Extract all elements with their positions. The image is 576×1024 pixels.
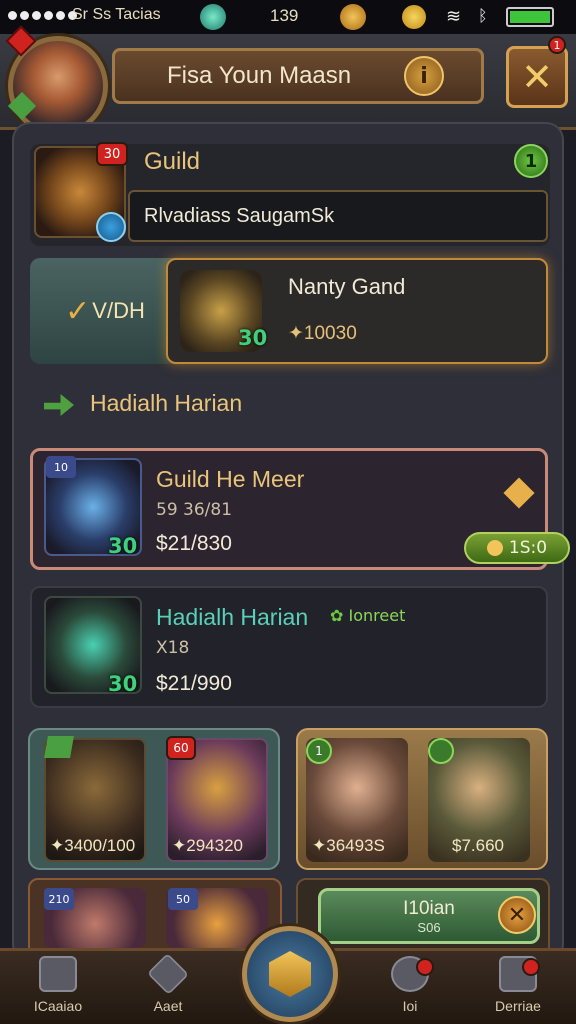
cancel-icon[interactable]: ✕ — [498, 896, 536, 934]
nav-badge — [522, 958, 540, 976]
wifi-icon: ≋ — [446, 6, 462, 27]
item-tag: ✿ Ionreet — [330, 606, 406, 625]
rank-value: ✦10030 — [288, 323, 357, 344]
signal-dots — [8, 11, 77, 20]
gem-count: 139 — [270, 6, 299, 25]
nav-center-button[interactable] — [242, 926, 338, 1022]
item-sub: X18 — [156, 638, 190, 658]
tile-badge: 50 — [168, 888, 198, 910]
nav-badge — [416, 958, 434, 976]
tile-price: ✦294320 — [172, 836, 243, 855]
rank-check-icon: ✓ — [65, 294, 91, 328]
tile-badge: 60 — [166, 736, 196, 760]
tile-price: $7.660 — [452, 836, 504, 855]
tile-price: ✦36493S — [312, 836, 385, 855]
guild-name-field[interactable]: Rlvadiass SaugamSk — [128, 190, 548, 242]
close-button[interactable]: ✕ — [506, 46, 568, 108]
info-button[interactable]: i — [404, 56, 444, 96]
home-icon — [39, 956, 77, 992]
guild-info-button[interactable]: 1 — [514, 144, 548, 178]
rank-level: 30 — [238, 326, 268, 350]
bluetooth-icon: ᛒ — [478, 6, 488, 25]
item-title: Hadialh Harian — [156, 604, 309, 630]
leaf-icon: ✿ — [330, 606, 344, 625]
gold-coin-icon — [402, 5, 426, 29]
tile-badge: 210 — [44, 888, 74, 910]
item-level: 30 — [108, 534, 138, 558]
item-title: Guild He Meer — [156, 466, 305, 492]
coin-icon — [486, 540, 503, 556]
gold-gem-icon — [340, 4, 366, 30]
globe-icon — [96, 212, 126, 242]
crest-icon — [269, 951, 311, 997]
item-badge: 10 — [46, 456, 76, 478]
rank-tab[interactable]: ✓ V/DH — [30, 258, 180, 364]
item-price: $21/990 — [156, 672, 232, 695]
battery-icon — [506, 7, 554, 27]
close-badge: 1 — [548, 36, 566, 54]
emerald-icon — [200, 4, 226, 30]
leaf-icon — [428, 738, 454, 764]
carrier-text: Sr Ss Tacias — [72, 6, 161, 23]
shield-icon — [147, 953, 189, 995]
nav-shield[interactable]: Aaet — [118, 953, 218, 1020]
section-title: Hadialh Harian — [90, 390, 243, 416]
nav-inbox[interactable]: Derriae — [468, 956, 568, 1020]
item-price: $21/830 — [156, 532, 232, 555]
nav-home[interactable]: ICaaiao — [8, 956, 108, 1020]
tile-price: ✦3400/100 — [50, 836, 136, 855]
item-level: 30 — [108, 672, 138, 696]
guild-label: Guild — [144, 148, 201, 175]
leaf-icon — [44, 736, 74, 758]
guild-badge: 30 — [96, 142, 128, 166]
item-sub: 59 36/81 — [156, 500, 233, 520]
timer-button[interactable]: 1S:0 — [464, 532, 570, 564]
hero-badge: 1 — [306, 738, 332, 764]
nav-tool[interactable]: Ioi — [360, 956, 460, 1020]
rank-name: Nanty Gand — [288, 274, 406, 299]
